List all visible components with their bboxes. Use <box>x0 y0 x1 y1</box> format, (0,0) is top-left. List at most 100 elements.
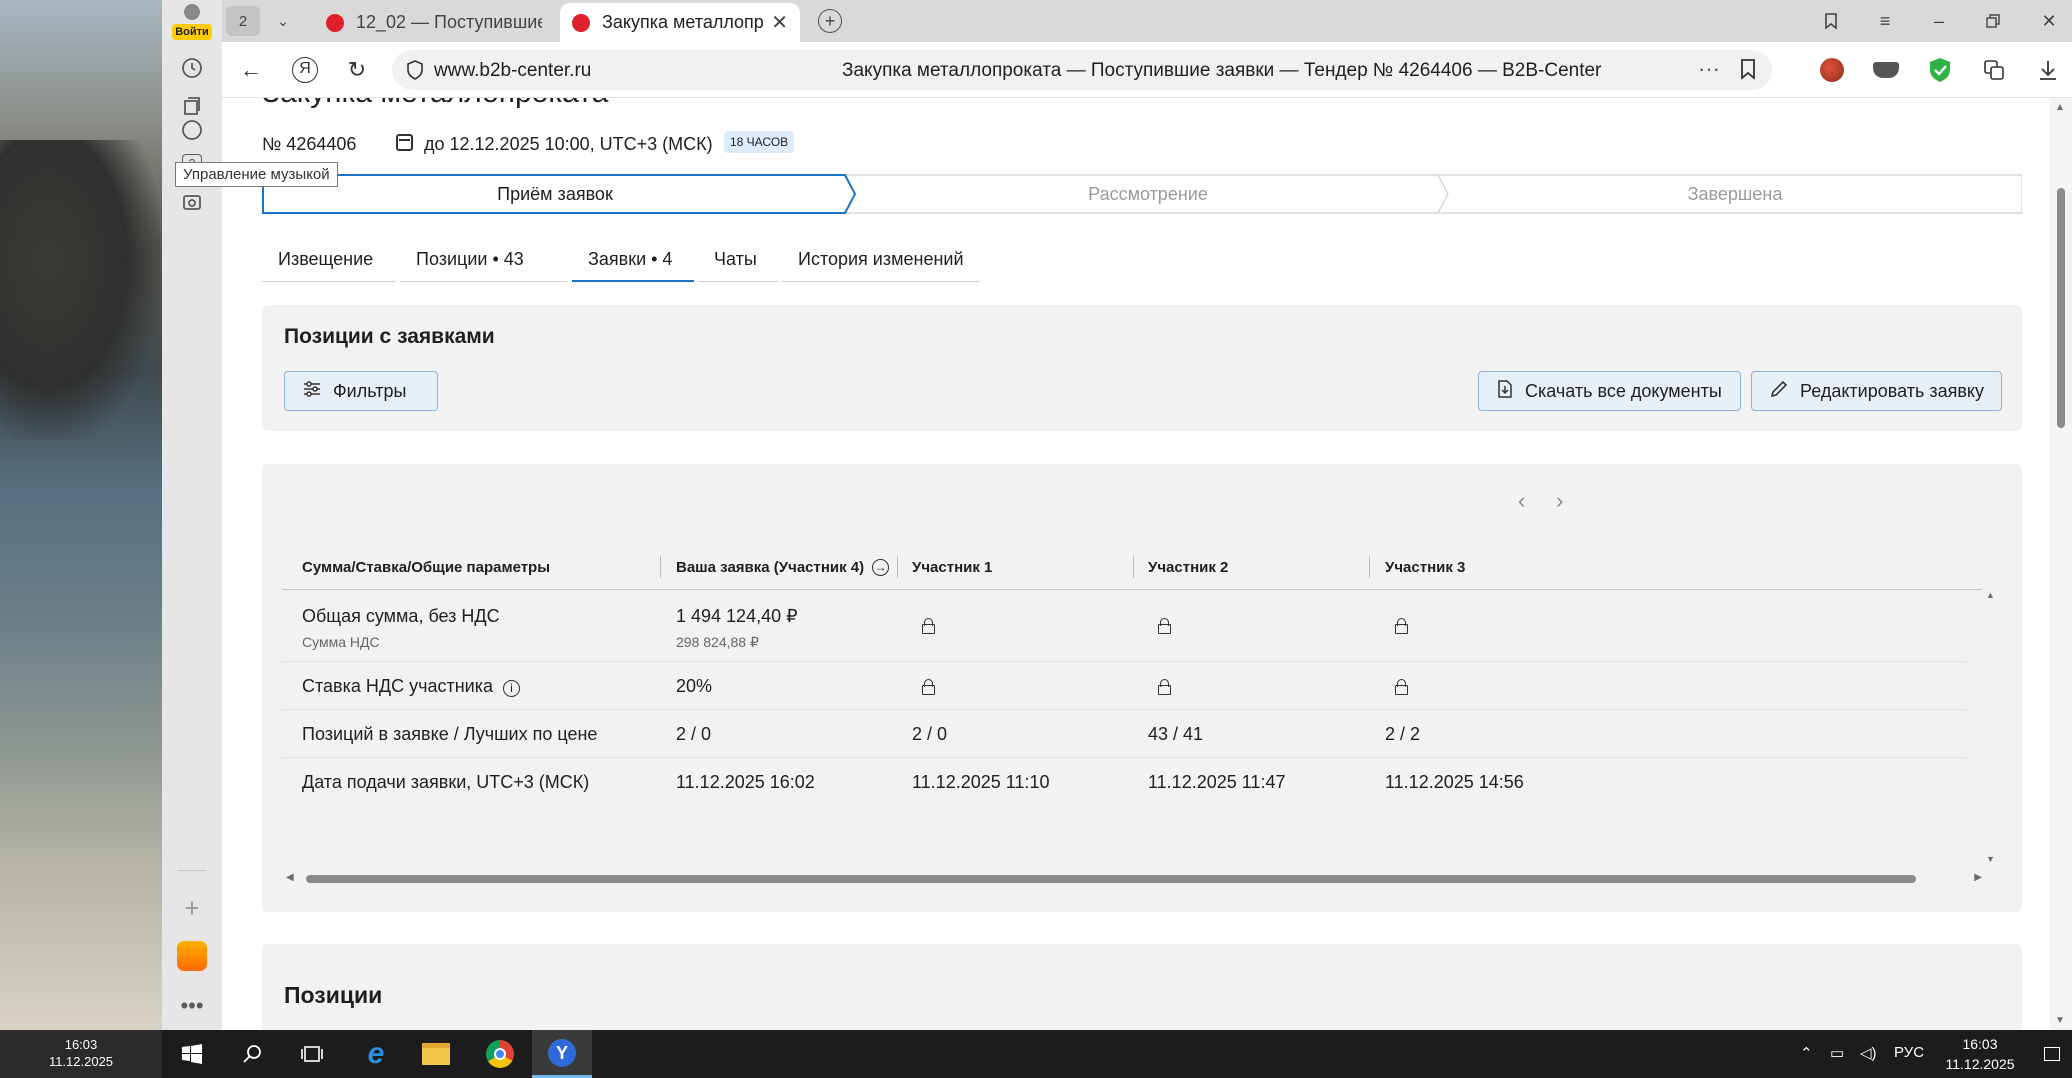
table-row: Ставка НДС участника i 20% <box>282 662 1967 710</box>
next-page-icon[interactable]: › <box>1556 488 1563 514</box>
downloads-icon[interactable] <box>2034 56 2062 84</box>
tab-bids[interactable]: Заявки • 4 <box>572 246 694 282</box>
tab-positions[interactable]: Позиции • 43 <box>400 246 568 282</box>
cell-value: 11.12.2025 14:56 <box>1385 772 1524 792</box>
column-divider <box>1369 556 1370 578</box>
prev-page-icon[interactable]: ‹ <box>1518 488 1525 514</box>
b2b-favicon-icon <box>572 13 590 32</box>
back-icon[interactable]: ← <box>236 55 266 85</box>
music-icon[interactable] <box>174 112 210 148</box>
table-vertical-scrollbar[interactable]: ▲ ▼ <box>1984 590 1996 864</box>
column-divider <box>897 556 898 578</box>
shield-icon[interactable] <box>406 60 424 80</box>
search-icon[interactable] <box>222 1030 282 1078</box>
positions-section-title: Позиции <box>284 982 383 1008</box>
download-all-label: Скачать все документы <box>1525 380 1722 401</box>
tab-title: 12_02 — Поступившие за <box>356 12 542 32</box>
restore-icon[interactable] <box>1978 8 2008 34</box>
translate-icon[interactable] <box>1980 56 2008 84</box>
table-row: Позиций в заявке / Лучших по цене 2 / 0 … <box>282 710 1967 758</box>
stage-stepper: Приём заявок Рассмотрение Завершена <box>262 174 2022 214</box>
b2b-favicon-icon <box>326 13 344 32</box>
info-icon[interactable]: i <box>503 680 520 697</box>
cell-value: 11.12.2025 11:10 <box>912 772 1050 792</box>
download-all-button[interactable]: Скачать все документы <box>1478 371 1741 411</box>
table-row: Общая сумма, без НДС Сумма НДС 1 494 124… <box>282 590 1967 662</box>
extension-icon[interactable] <box>1818 56 1846 84</box>
table-horizontal-scrollbar[interactable]: ◀ ▶ <box>282 872 1996 886</box>
cell-value: 2 / 2 <box>1385 724 1421 744</box>
own-bid-vat-rate: 20% <box>676 676 713 696</box>
start-icon[interactable] <box>162 1030 222 1078</box>
desktop-clock-time: 16:03 <box>64 1037 98 1052</box>
bookmark-icon[interactable] <box>1740 58 1756 80</box>
tab-counter[interactable]: 2 <box>226 6 260 36</box>
tab-incoming-bids[interactable]: 12_02 — Поступившие за <box>314 3 554 42</box>
tab-strip: 2 ⌄ 12_02 — Поступившие за Закупка метал… <box>222 0 2072 42</box>
desktop-clock-area: 16:03 11.12.2025 <box>0 1030 162 1078</box>
time-left-badge: 18 ЧАСОВ <box>724 131 795 153</box>
history-icon[interactable] <box>174 50 210 86</box>
edit-bid-label: Редактировать заявку <box>1800 380 1984 401</box>
reload-icon[interactable]: ↻ <box>342 55 372 85</box>
internet-explorer-icon[interactable]: e <box>346 1030 406 1078</box>
login-label: Войти <box>172 24 212 40</box>
taskbar-clock[interactable]: 16:03 11.12.2025 <box>1930 1034 2030 1074</box>
filters-button[interactable]: Фильтры <box>284 371 438 411</box>
row-label-text: Ставка НДС участника <box>302 676 493 696</box>
tab-metal-purchase[interactable]: Закупка металлопрока ✕ <box>560 3 800 42</box>
cell-value: 11.12.2025 11:47 <box>1148 772 1286 792</box>
tab-history[interactable]: История изменений <box>782 246 980 282</box>
url-field[interactable]: www.b2b-center.ru Закупка металлопроката… <box>392 50 1772 90</box>
cell-value: 11.12.2025 16:02 <box>676 772 815 792</box>
screenshot-icon[interactable] <box>174 184 210 220</box>
minimize-icon[interactable]: – <box>1924 8 1954 34</box>
login-button[interactable]: Войти <box>172 2 212 40</box>
user-avatar-icon <box>184 4 200 20</box>
yandex-browser-icon[interactable]: Y <box>532 1030 592 1078</box>
mail-icon[interactable] <box>174 938 210 974</box>
row-label: Общая сумма, без НДС <box>302 606 500 626</box>
yandex-icon[interactable]: Я <box>290 55 320 85</box>
tab-close-icon[interactable]: ✕ <box>771 10 788 35</box>
stage-receiving: Приём заявок <box>497 183 613 204</box>
bookmarks-panel-icon[interactable] <box>1816 8 1846 34</box>
side-panel-divider <box>178 870 206 871</box>
calendar-icon <box>396 134 413 151</box>
music-tooltip: Управление музыкой <box>175 162 338 187</box>
more-options-icon[interactable]: ··· <box>1698 56 1720 82</box>
download-docs-icon <box>1497 379 1513 403</box>
page-scrollbar[interactable]: ▲ ▼ <box>2050 98 2072 1030</box>
volume-icon[interactable]: ◁) <box>1860 1044 1877 1062</box>
protect-icon[interactable] <box>1926 56 1954 84</box>
page-scroll-thumb[interactable] <box>2057 188 2065 428</box>
more-icon[interactable]: ••• <box>174 988 210 1024</box>
new-tab-button[interactable]: + <box>818 9 842 33</box>
go-to-bid-icon[interactable]: → <box>872 558 890 576</box>
tab-list-chevron-icon[interactable]: ⌄ <box>266 6 300 36</box>
row-label: Позиций в заявке / Лучших по цене <box>302 724 598 744</box>
tab-title: Закупка металлопрока <box>602 12 764 32</box>
scroll-thumb[interactable] <box>306 875 1916 883</box>
desktop-clock: 16:03 11.12.2025 <box>0 1036 162 1070</box>
cell-value: 43 / 41 <box>1148 724 1204 744</box>
task-view-icon[interactable] <box>282 1030 342 1078</box>
lock-icon <box>922 618 935 634</box>
lock-icon <box>1395 618 1408 634</box>
chrome-icon[interactable] <box>470 1030 530 1078</box>
notifications-icon[interactable] <box>2032 1030 2072 1078</box>
own-bid-vat-amount: 298 824,88 ₽ <box>676 634 759 650</box>
row-label: Дата подачи заявки, UTC+3 (МСК) <box>302 772 590 792</box>
address-bar: ← Я ↻ www.b2b-center.ru Закупка металлоп… <box>222 42 2072 98</box>
add-icon[interactable]: + <box>174 890 210 926</box>
tab-notice[interactable]: Извещение <box>262 246 396 282</box>
menu-icon[interactable]: ≡ <box>1870 8 1900 34</box>
extension-shield-icon[interactable] <box>1872 56 1900 84</box>
edit-bid-button[interactable]: Редактировать заявку <box>1751 371 2002 411</box>
close-window-icon[interactable]: ✕ <box>2034 8 2064 34</box>
tray-chevron-icon[interactable]: ⌃ <box>1800 1044 1813 1062</box>
language-indicator[interactable]: РУС <box>1894 1044 1924 1061</box>
file-explorer-icon[interactable] <box>406 1030 466 1078</box>
network-icon[interactable]: ▭ <box>1830 1044 1844 1062</box>
tab-chats[interactable]: Чаты <box>698 246 778 282</box>
